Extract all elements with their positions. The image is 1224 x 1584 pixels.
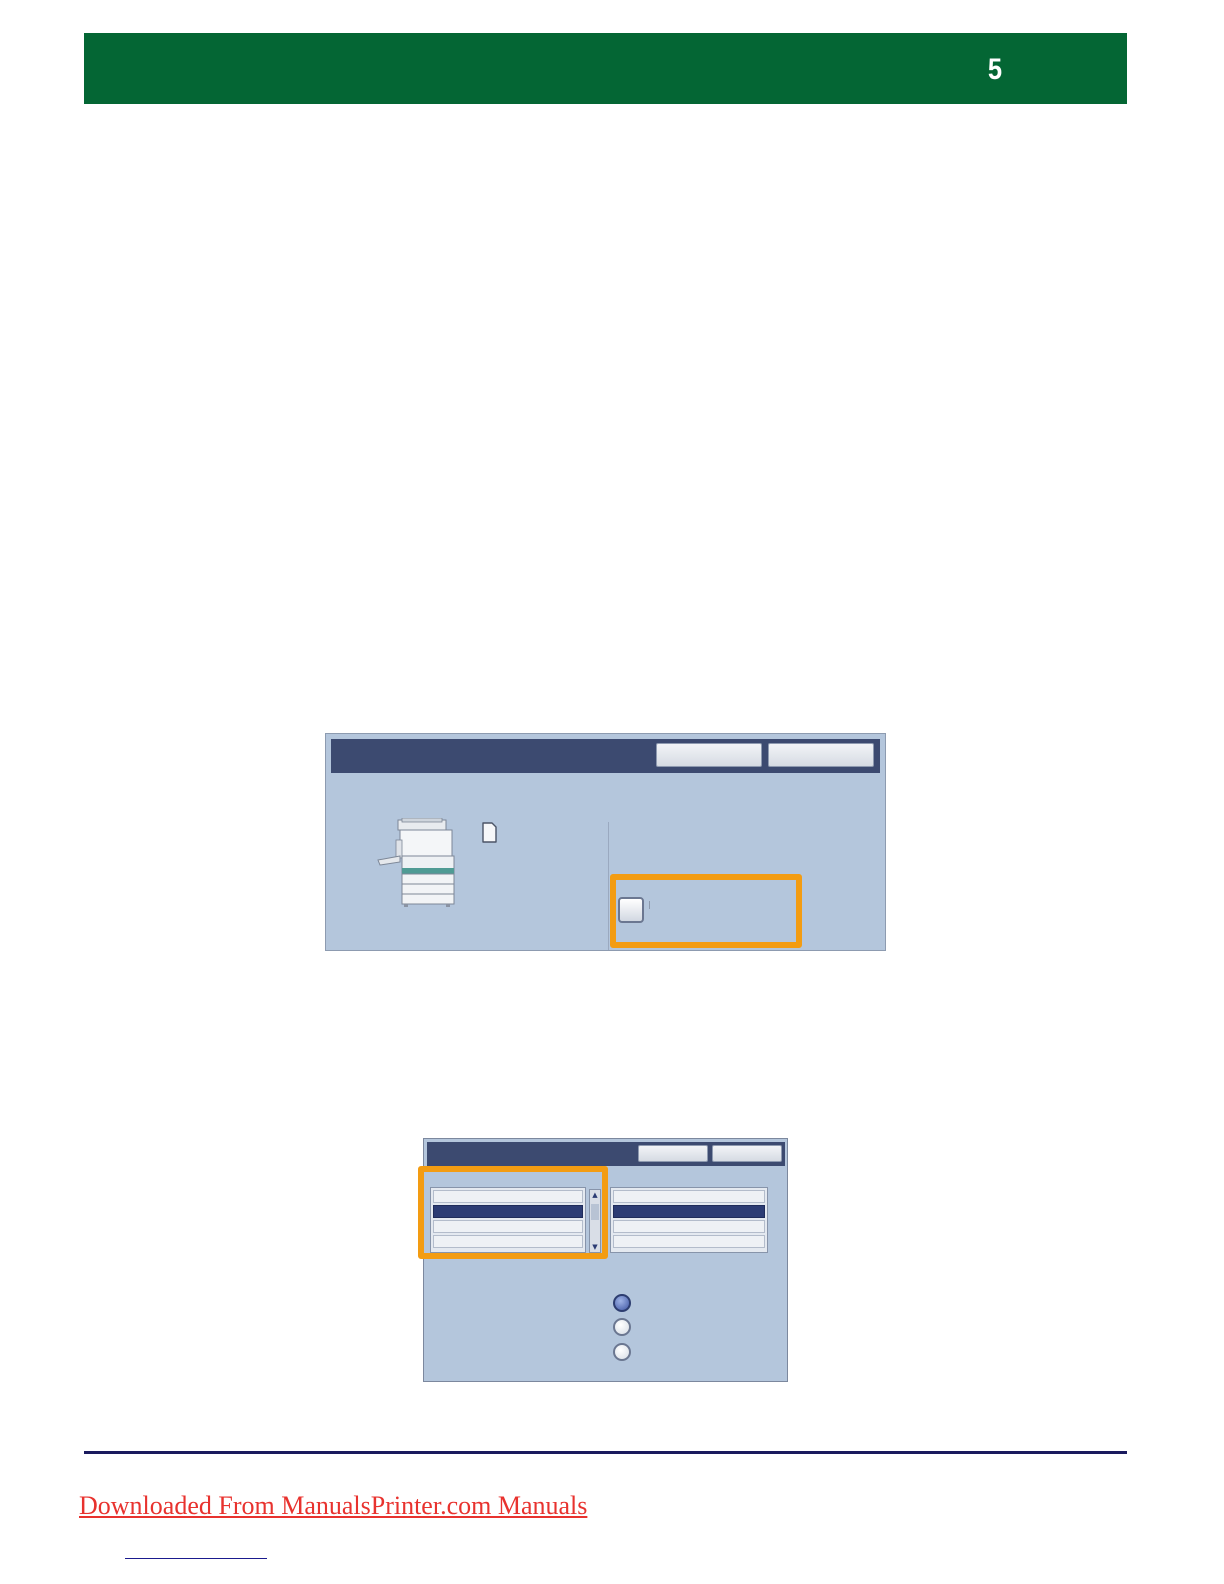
list-item[interactable] — [613, 1220, 765, 1233]
list-item[interactable] — [613, 1235, 765, 1248]
page-number: 5 — [987, 53, 1003, 86]
header-band — [84, 33, 1127, 104]
printer-icon — [377, 818, 455, 907]
footer-underline — [125, 1558, 267, 1559]
title-bar-button-right[interactable] — [768, 743, 874, 767]
list-item[interactable] — [613, 1190, 765, 1203]
radio-option-1[interactable] — [613, 1294, 631, 1312]
highlight-checkbox-area — [610, 874, 802, 948]
title-bar-button-right[interactable] — [712, 1145, 782, 1162]
footer-download-link[interactable]: Downloaded From ManualsPrinter.com Manua… — [79, 1490, 587, 1522]
document-icon — [482, 822, 497, 843]
highlight-list-area — [418, 1166, 608, 1259]
footer-rule — [84, 1451, 1127, 1454]
title-bar-button-left[interactable] — [656, 743, 762, 767]
right-listbox[interactable] — [610, 1187, 768, 1253]
radio-option-2[interactable] — [613, 1318, 631, 1336]
list-item-selected[interactable] — [613, 1205, 765, 1218]
title-bar-button-left[interactable] — [638, 1145, 708, 1162]
radio-option-3[interactable] — [613, 1343, 631, 1361]
panel-divider — [608, 822, 609, 950]
